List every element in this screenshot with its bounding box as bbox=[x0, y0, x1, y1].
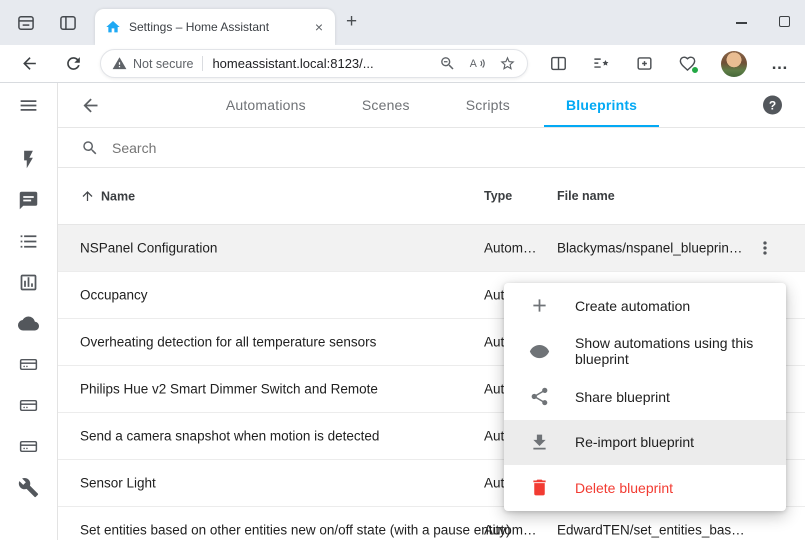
read-aloud-icon[interactable]: A bbox=[469, 55, 486, 72]
tab-automations[interactable]: Automations bbox=[198, 83, 334, 127]
sidebar-server-icon-1[interactable] bbox=[18, 354, 39, 375]
menu-item-share-blueprint[interactable]: Share blueprint bbox=[504, 374, 786, 420]
kebab-menu-icon[interactable] bbox=[755, 238, 775, 258]
row-name: NSPanel Configuration bbox=[80, 241, 217, 256]
profile-avatar[interactable] bbox=[721, 51, 747, 77]
row-file: EdwardTEN/set_entities_bas… bbox=[557, 523, 745, 538]
column-header-type[interactable]: Type bbox=[484, 189, 512, 203]
browser-essentials-icon[interactable] bbox=[678, 54, 697, 73]
eye-icon bbox=[529, 341, 550, 362]
row-name: Occupancy bbox=[80, 288, 148, 303]
row-type: Autom… bbox=[484, 241, 537, 256]
browser-back-icon[interactable] bbox=[20, 54, 39, 73]
favorites-icon[interactable] bbox=[592, 54, 611, 73]
tab-label: Scenes bbox=[362, 97, 410, 113]
menu-item-delete-blueprint[interactable]: Delete blueprint bbox=[504, 465, 786, 511]
favorite-star-icon[interactable] bbox=[499, 55, 516, 72]
menu-item-label: Re-import blueprint bbox=[575, 434, 694, 450]
tab-label: Blueprints bbox=[566, 97, 637, 113]
browser-toolbar: … bbox=[549, 51, 789, 77]
browser-menu-icon[interactable]: … bbox=[771, 54, 789, 74]
address-bar[interactable]: Not secure homeassistant.local:8123/... … bbox=[100, 49, 528, 78]
menu-item-reimport-blueprint[interactable]: Re-import blueprint bbox=[504, 420, 786, 466]
column-header-file[interactable]: File name bbox=[557, 189, 615, 203]
download-icon bbox=[529, 432, 550, 453]
trash-icon bbox=[529, 477, 550, 498]
search-bar[interactable]: Search bbox=[58, 128, 805, 168]
sidebar-cloud-icon[interactable] bbox=[18, 313, 39, 334]
row-name: Philips Hue v2 Smart Dimmer Switch and R… bbox=[80, 382, 378, 397]
address-divider bbox=[202, 56, 203, 71]
menu-item-label: Share blueprint bbox=[575, 389, 670, 405]
not-secure-warning-icon bbox=[112, 56, 127, 71]
tab-title: Settings – Home Assistant bbox=[129, 20, 305, 34]
table-row[interactable]: Set entities based on other entities new… bbox=[58, 507, 805, 540]
browser-tab[interactable]: Settings – Home Assistant × bbox=[95, 9, 335, 45]
sort-ascending-icon bbox=[80, 189, 95, 204]
menu-item-label: Show automations using this blueprint bbox=[575, 335, 786, 367]
table-row[interactable]: NSPanel Configuration Autom… Blackymas/n… bbox=[58, 225, 805, 272]
tab-scenes[interactable]: Scenes bbox=[334, 83, 438, 127]
home-assistant-favicon bbox=[105, 19, 121, 35]
menu-item-label: Create automation bbox=[575, 298, 690, 314]
search-placeholder: Search bbox=[112, 140, 156, 156]
browser-titlebar: Settings – Home Assistant × + bbox=[0, 0, 805, 45]
menu-item-create-automation[interactable]: Create automation bbox=[504, 283, 786, 329]
plus-icon bbox=[529, 295, 550, 316]
menu-item-show-automations[interactable]: Show automations using this blueprint bbox=[504, 329, 786, 375]
search-icon bbox=[81, 139, 99, 157]
share-icon bbox=[529, 386, 550, 407]
row-type: Autom… bbox=[484, 523, 537, 538]
sidebar-flash-icon[interactable] bbox=[18, 149, 39, 170]
ha-header: Automations Scenes Scripts Blueprints ? bbox=[58, 83, 805, 128]
sidebar-server-icon-2[interactable] bbox=[18, 395, 39, 416]
sidebar-chat-icon[interactable] bbox=[18, 190, 39, 211]
vertical-tabs-icon[interactable] bbox=[58, 13, 78, 33]
workspaces-icon[interactable] bbox=[16, 13, 36, 33]
row-name: Sensor Light bbox=[80, 476, 156, 491]
svg-text:A: A bbox=[470, 58, 478, 70]
sidebar-server-icon-3[interactable] bbox=[18, 436, 39, 457]
row-name: Overheating detection for all temperatur… bbox=[80, 335, 376, 350]
window-minimize-button[interactable] bbox=[736, 22, 747, 24]
tab-label: Automations bbox=[226, 97, 306, 113]
url-text: homeassistant.local:8123/... bbox=[212, 56, 373, 71]
tab-close-icon[interactable]: × bbox=[313, 19, 325, 35]
new-tab-button[interactable]: + bbox=[346, 11, 357, 33]
column-header-name[interactable]: Name bbox=[80, 189, 135, 204]
ha-back-icon[interactable] bbox=[80, 95, 101, 116]
table-header: Name Type File name bbox=[58, 168, 805, 225]
screen: Settings – Home Assistant × + Not secure… bbox=[0, 0, 805, 540]
ha-sidebar bbox=[0, 83, 58, 540]
tab-scripts[interactable]: Scripts bbox=[438, 83, 538, 127]
zoom-out-icon[interactable] bbox=[439, 55, 456, 72]
hamburger-menu-icon[interactable] bbox=[18, 95, 39, 116]
ha-tab-bar: Automations Scenes Scripts Blueprints bbox=[58, 83, 805, 127]
menu-item-label: Delete blueprint bbox=[575, 480, 673, 496]
browser-navbar: Not secure homeassistant.local:8123/... … bbox=[0, 45, 805, 83]
row-name: Send a camera snapshot when motion is de… bbox=[80, 429, 379, 444]
sidebar-list-icon[interactable] bbox=[18, 231, 39, 252]
refresh-icon[interactable] bbox=[64, 54, 83, 73]
sidebar-wrench-icon[interactable] bbox=[18, 477, 39, 498]
tab-label: Scripts bbox=[466, 97, 510, 113]
help-icon[interactable]: ? bbox=[763, 96, 782, 115]
essentials-status-dot bbox=[691, 66, 699, 74]
tab-blueprints[interactable]: Blueprints bbox=[538, 83, 665, 127]
blueprint-context-menu: Create automation Show automations using… bbox=[504, 283, 786, 511]
row-name: Set entities based on other entities new… bbox=[80, 523, 511, 538]
window-maximize-button[interactable] bbox=[779, 16, 790, 27]
sidebar-chart-icon[interactable] bbox=[18, 272, 39, 293]
split-screen-icon[interactable] bbox=[549, 54, 568, 73]
security-label: Not secure bbox=[133, 57, 193, 71]
collections-icon[interactable] bbox=[635, 54, 654, 73]
row-file: Blackymas/nspanel_blueprin… bbox=[557, 241, 742, 256]
